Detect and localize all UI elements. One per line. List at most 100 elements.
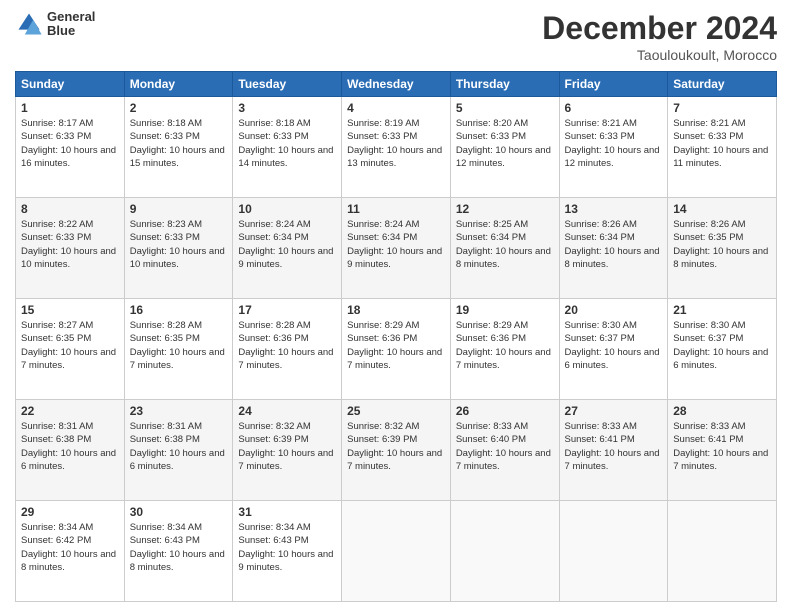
day-number: 21	[673, 303, 771, 317]
day-number: 23	[130, 404, 228, 418]
calendar-cell: 19 Sunrise: 8:29 AMSunset: 6:36 PMDayligh…	[450, 299, 559, 400]
day-info: Sunrise: 8:21 AMSunset: 6:33 PMDaylight:…	[673, 117, 771, 170]
day-info: Sunrise: 8:32 AMSunset: 6:39 PMDaylight:…	[238, 420, 336, 473]
day-number: 12	[456, 202, 554, 216]
day-info: Sunrise: 8:29 AMSunset: 6:36 PMDaylight:…	[456, 319, 554, 372]
day-info: Sunrise: 8:31 AMSunset: 6:38 PMDaylight:…	[130, 420, 228, 473]
title-block: December 2024 Taouloukoult, Morocco	[542, 10, 777, 63]
calendar-cell: 8 Sunrise: 8:22 AMSunset: 6:33 PMDaylight…	[16, 198, 125, 299]
logo-text: General Blue	[47, 10, 95, 39]
day-info: Sunrise: 8:24 AMSunset: 6:34 PMDaylight:…	[347, 218, 445, 271]
col-header-saturday: Saturday	[668, 72, 777, 97]
day-info: Sunrise: 8:34 AMSunset: 6:43 PMDaylight:…	[238, 521, 336, 574]
calendar-cell: 28 Sunrise: 8:33 AMSunset: 6:41 PMDayligh…	[668, 400, 777, 501]
day-info: Sunrise: 8:22 AMSunset: 6:33 PMDaylight:…	[21, 218, 119, 271]
header: General Blue December 2024 Taouloukoult,…	[15, 10, 777, 63]
day-info: Sunrise: 8:33 AMSunset: 6:41 PMDaylight:…	[673, 420, 771, 473]
day-info: Sunrise: 8:30 AMSunset: 6:37 PMDaylight:…	[565, 319, 663, 372]
day-number: 20	[565, 303, 663, 317]
day-number: 5	[456, 101, 554, 115]
day-number: 9	[130, 202, 228, 216]
calendar-cell: 9 Sunrise: 8:23 AMSunset: 6:33 PMDaylight…	[124, 198, 233, 299]
calendar-table: SundayMondayTuesdayWednesdayThursdayFrid…	[15, 71, 777, 602]
day-info: Sunrise: 8:32 AMSunset: 6:39 PMDaylight:…	[347, 420, 445, 473]
day-number: 30	[130, 505, 228, 519]
day-number: 17	[238, 303, 336, 317]
col-header-friday: Friday	[559, 72, 668, 97]
day-info: Sunrise: 8:19 AMSunset: 6:33 PMDaylight:…	[347, 117, 445, 170]
day-number: 27	[565, 404, 663, 418]
day-number: 4	[347, 101, 445, 115]
day-info: Sunrise: 8:27 AMSunset: 6:35 PMDaylight:…	[21, 319, 119, 372]
day-number: 24	[238, 404, 336, 418]
calendar-cell: 15 Sunrise: 8:27 AMSunset: 6:35 PMDayligh…	[16, 299, 125, 400]
day-info: Sunrise: 8:31 AMSunset: 6:38 PMDaylight:…	[21, 420, 119, 473]
day-info: Sunrise: 8:26 AMSunset: 6:35 PMDaylight:…	[673, 218, 771, 271]
day-info: Sunrise: 8:30 AMSunset: 6:37 PMDaylight:…	[673, 319, 771, 372]
day-number: 18	[347, 303, 445, 317]
day-info: Sunrise: 8:23 AMSunset: 6:33 PMDaylight:…	[130, 218, 228, 271]
calendar-cell: 7Sunrise: 8:21 AMSunset: 6:33 PMDaylight…	[668, 97, 777, 198]
calendar-cell: 31 Sunrise: 8:34 AMSunset: 6:43 PMDayligh…	[233, 501, 342, 602]
calendar-cell	[559, 501, 668, 602]
day-info: Sunrise: 8:34 AMSunset: 6:42 PMDaylight:…	[21, 521, 119, 574]
day-info: Sunrise: 8:25 AMSunset: 6:34 PMDaylight:…	[456, 218, 554, 271]
day-number: 26	[456, 404, 554, 418]
col-header-sunday: Sunday	[16, 72, 125, 97]
calendar-cell	[342, 501, 451, 602]
calendar-cell: 18Sunrise: 8:29 AMSunset: 6:36 PMDayligh…	[342, 299, 451, 400]
day-number: 6	[565, 101, 663, 115]
day-number: 10	[238, 202, 336, 216]
calendar-cell: 3 Sunrise: 8:18 AMSunset: 6:33 PMDaylight…	[233, 97, 342, 198]
calendar-cell	[450, 501, 559, 602]
day-number: 19	[456, 303, 554, 317]
calendar-cell: 13Sunrise: 8:26 AMSunset: 6:34 PMDayligh…	[559, 198, 668, 299]
calendar-cell: 1 Sunrise: 8:17 AMSunset: 6:33 PMDaylight…	[16, 97, 125, 198]
day-info: Sunrise: 8:18 AMSunset: 6:33 PMDaylight:…	[238, 117, 336, 170]
col-header-tuesday: Tuesday	[233, 72, 342, 97]
calendar-cell: 24 Sunrise: 8:32 AMSunset: 6:39 PMDayligh…	[233, 400, 342, 501]
day-info: Sunrise: 8:24 AMSunset: 6:34 PMDaylight:…	[238, 218, 336, 271]
calendar-cell: 4 Sunrise: 8:19 AMSunset: 6:33 PMDaylight…	[342, 97, 451, 198]
day-number: 8	[21, 202, 119, 216]
calendar-cell: 10 Sunrise: 8:24 AMSunset: 6:34 PMDayligh…	[233, 198, 342, 299]
day-number: 3	[238, 101, 336, 115]
logo-line2: Blue	[47, 24, 95, 38]
col-header-thursday: Thursday	[450, 72, 559, 97]
day-info: Sunrise: 8:20 AMSunset: 6:33 PMDaylight:…	[456, 117, 554, 170]
logo: General Blue	[15, 10, 95, 39]
calendar-cell: 23 Sunrise: 8:31 AMSunset: 6:38 PMDayligh…	[124, 400, 233, 501]
day-number: 28	[673, 404, 771, 418]
calendar-cell: 14 Sunrise: 8:26 AMSunset: 6:35 PMDayligh…	[668, 198, 777, 299]
day-number: 15	[21, 303, 119, 317]
logo-line1: General	[47, 10, 95, 24]
calendar-cell: 21 Sunrise: 8:30 AMSunset: 6:37 PMDayligh…	[668, 299, 777, 400]
day-number: 13	[565, 202, 663, 216]
calendar-cell	[668, 501, 777, 602]
day-number: 1	[21, 101, 119, 115]
day-info: Sunrise: 8:28 AMSunset: 6:35 PMDaylight:…	[130, 319, 228, 372]
calendar-cell: 29 Sunrise: 8:34 AMSunset: 6:42 PMDayligh…	[16, 501, 125, 602]
day-number: 2	[130, 101, 228, 115]
month-title: December 2024	[542, 10, 777, 47]
calendar-cell: 11 Sunrise: 8:24 AMSunset: 6:34 PMDayligh…	[342, 198, 451, 299]
day-info: Sunrise: 8:17 AMSunset: 6:33 PMDaylight:…	[21, 117, 119, 170]
day-number: 29	[21, 505, 119, 519]
day-info: Sunrise: 8:21 AMSunset: 6:33 PMDaylight:…	[565, 117, 663, 170]
day-number: 11	[347, 202, 445, 216]
calendar-cell: 5 Sunrise: 8:20 AMSunset: 6:33 PMDaylight…	[450, 97, 559, 198]
col-header-monday: Monday	[124, 72, 233, 97]
calendar-cell: 17 Sunrise: 8:28 AMSunset: 6:36 PMDayligh…	[233, 299, 342, 400]
day-info: Sunrise: 8:28 AMSunset: 6:36 PMDaylight:…	[238, 319, 336, 372]
calendar-cell: 30Sunrise: 8:34 AMSunset: 6:43 PMDayligh…	[124, 501, 233, 602]
calendar-cell: 25Sunrise: 8:32 AMSunset: 6:39 PMDayligh…	[342, 400, 451, 501]
calendar-cell: 12 Sunrise: 8:25 AMSunset: 6:34 PMDayligh…	[450, 198, 559, 299]
logo-icon	[15, 10, 43, 38]
day-info: Sunrise: 8:33 AMSunset: 6:41 PMDaylight:…	[565, 420, 663, 473]
calendar-cell: 20 Sunrise: 8:30 AMSunset: 6:37 PMDayligh…	[559, 299, 668, 400]
calendar-cell: 16Sunrise: 8:28 AMSunset: 6:35 PMDayligh…	[124, 299, 233, 400]
calendar-cell: 27 Sunrise: 8:33 AMSunset: 6:41 PMDayligh…	[559, 400, 668, 501]
calendar-cell: 2Sunrise: 8:18 AMSunset: 6:33 PMDaylight…	[124, 97, 233, 198]
day-number: 14	[673, 202, 771, 216]
day-number: 31	[238, 505, 336, 519]
